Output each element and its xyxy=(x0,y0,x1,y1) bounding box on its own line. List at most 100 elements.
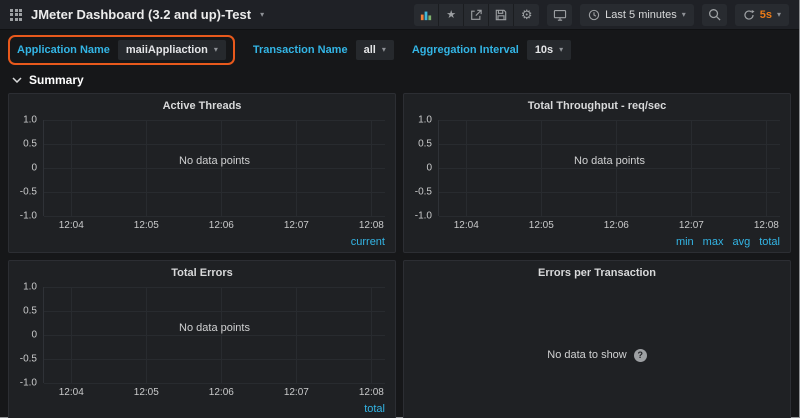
save-button[interactable] xyxy=(489,3,515,26)
chart-area: 1.0 0.5 0 -0.5 -1.0 No data points 12:04… xyxy=(13,115,385,231)
section-summary-toggle[interactable]: Summary xyxy=(0,69,799,93)
panel-title[interactable]: Total Throughput - req/sec xyxy=(404,94,790,112)
gridline xyxy=(439,192,780,193)
panel-title[interactable]: Active Threads xyxy=(9,94,395,112)
x-axis: 12:04 12:05 12:06 12:07 12:08 xyxy=(44,387,385,400)
gridline xyxy=(616,120,618,216)
x-tick-label: 12:05 xyxy=(528,220,554,231)
gridline xyxy=(71,120,73,216)
tv-mode-button[interactable] xyxy=(547,3,573,26)
gridline xyxy=(296,287,298,383)
panel-title[interactable]: Errors per Transaction xyxy=(404,261,790,279)
application-name-select[interactable]: maiiAppliaction ▾ xyxy=(117,40,226,60)
transaction-name-select[interactable]: all ▾ xyxy=(355,40,394,60)
time-picker-button[interactable]: Last 5 minutes ▾ xyxy=(580,3,694,26)
monitor-icon xyxy=(553,9,566,21)
legend-item-total[interactable]: total xyxy=(364,403,385,415)
refresh-picker-button[interactable]: 5s ▾ xyxy=(734,3,789,26)
plot-area: No data points 12:04 12:05 12:06 12:07 1… xyxy=(43,120,385,231)
gridline xyxy=(766,120,768,216)
x-tick-label: 12:08 xyxy=(358,220,384,231)
legend: total xyxy=(364,403,385,415)
y-tick-label: 1.0 xyxy=(418,114,432,126)
y-tick-label: 0 xyxy=(426,162,432,174)
add-panel-button[interactable] xyxy=(414,3,440,26)
chevron-down-icon: ▾ xyxy=(213,45,218,54)
x-tick-label: 12:07 xyxy=(283,387,309,398)
x-tick-label: 12:05 xyxy=(133,220,159,231)
y-axis: 1.0 0.5 0 -0.5 -1.0 xyxy=(13,115,43,222)
gridline xyxy=(44,120,385,121)
x-tick-label: 12:08 xyxy=(358,387,384,398)
gridline xyxy=(44,216,385,217)
no-data-label: No data points xyxy=(179,321,250,334)
legend-item-avg[interactable]: avg xyxy=(732,236,750,248)
panel-grid: Active Threads 1.0 0.5 0 -0.5 -1.0 No da… xyxy=(0,93,799,418)
gridline xyxy=(146,287,148,383)
dashboard-title[interactable]: JMeter Dashboard (3.2 and up)-Test xyxy=(31,7,251,22)
y-tick-label: -1.0 xyxy=(19,210,37,222)
x-tick-label: 12:07 xyxy=(283,220,309,231)
aggregation-interval-select[interactable]: 10s ▾ xyxy=(526,40,572,60)
gridline xyxy=(691,120,693,216)
gridline xyxy=(44,335,385,336)
gridline xyxy=(439,168,780,169)
gridline xyxy=(439,144,780,145)
x-tick-label: 12:08 xyxy=(753,220,779,231)
y-tick-label: 0.5 xyxy=(23,138,37,150)
share-button[interactable] xyxy=(464,3,490,26)
panel-total-throughput: Total Throughput - req/sec 1.0 0.5 0 -0.… xyxy=(403,93,791,253)
help-icon[interactable]: ? xyxy=(633,348,647,362)
gridline xyxy=(371,287,373,383)
gridline xyxy=(44,311,385,312)
gridline xyxy=(44,168,385,169)
legend-item-min[interactable]: min xyxy=(676,236,694,248)
x-axis: 12:04 12:05 12:06 12:07 12:08 xyxy=(44,220,385,233)
navbar: JMeter Dashboard (3.2 and up)-Test ▾ ★ ⚙… xyxy=(0,0,799,30)
section-title: Summary xyxy=(29,73,84,87)
zoom-out-button[interactable] xyxy=(701,3,727,26)
main-menu-icon[interactable] xyxy=(10,8,22,21)
y-tick-label: 0 xyxy=(31,329,37,341)
gridline xyxy=(221,287,223,383)
x-tick-label: 12:06 xyxy=(208,220,234,231)
y-axis: 1.0 0.5 0 -0.5 -1.0 xyxy=(408,115,438,222)
navbar-left: JMeter Dashboard (3.2 and up)-Test ▾ xyxy=(10,7,264,22)
y-tick-label: -0.5 xyxy=(19,186,37,198)
panel-title[interactable]: Total Errors xyxy=(9,261,395,279)
gridline xyxy=(44,383,385,384)
no-data-label: No data points xyxy=(574,154,645,167)
share-icon xyxy=(471,9,482,20)
x-tick-label: 12:06 xyxy=(208,387,234,398)
y-axis: 1.0 0.5 0 -0.5 -1.0 xyxy=(13,282,43,389)
y-tick-label: 1.0 xyxy=(23,114,37,126)
legend: min max avg total xyxy=(676,236,780,248)
application-name-label: Application Name xyxy=(17,44,110,56)
star-button[interactable]: ★ xyxy=(439,3,465,26)
panel-active-threads: Active Threads 1.0 0.5 0 -0.5 -1.0 No da… xyxy=(8,93,396,253)
legend-item-max[interactable]: max xyxy=(703,236,724,248)
panel-total-errors: Total Errors 1.0 0.5 0 -0.5 -1.0 No data… xyxy=(8,260,396,418)
chart-area: 1.0 0.5 0 -0.5 -1.0 No data points 12:04… xyxy=(13,282,385,398)
chevron-down-icon: ▾ xyxy=(681,9,686,19)
panel-errors-per-transaction: Errors per Transaction No data to show ? xyxy=(403,260,791,418)
legend-item-current[interactable]: current xyxy=(351,236,385,248)
y-tick-label: -1.0 xyxy=(19,377,37,389)
chevron-down-icon[interactable]: ▾ xyxy=(260,10,264,19)
dashboard-actions-group: ★ ⚙ xyxy=(414,3,540,26)
x-axis: 12:04 12:05 12:06 12:07 12:08 xyxy=(439,220,780,233)
magnifier-icon xyxy=(708,9,721,21)
legend-item-total[interactable]: total xyxy=(759,236,780,248)
gridline xyxy=(44,192,385,193)
gridline xyxy=(371,120,373,216)
chevron-down-icon: ▾ xyxy=(559,45,564,54)
grafana-dashboard: JMeter Dashboard (3.2 and up)-Test ▾ ★ ⚙… xyxy=(0,0,800,418)
settings-button[interactable]: ⚙ xyxy=(514,4,539,26)
gridline xyxy=(71,287,73,383)
plot-area: No data points 12:04 12:05 12:06 12:07 1… xyxy=(43,287,385,398)
aggregation-interval-value: 10s xyxy=(534,44,554,56)
y-tick-label: 0.5 xyxy=(23,305,37,317)
application-name-value: maiiAppliaction xyxy=(125,44,208,56)
y-tick-label: -1.0 xyxy=(414,210,432,222)
plot-area: No data points 12:04 12:05 12:06 12:07 1… xyxy=(438,120,780,231)
